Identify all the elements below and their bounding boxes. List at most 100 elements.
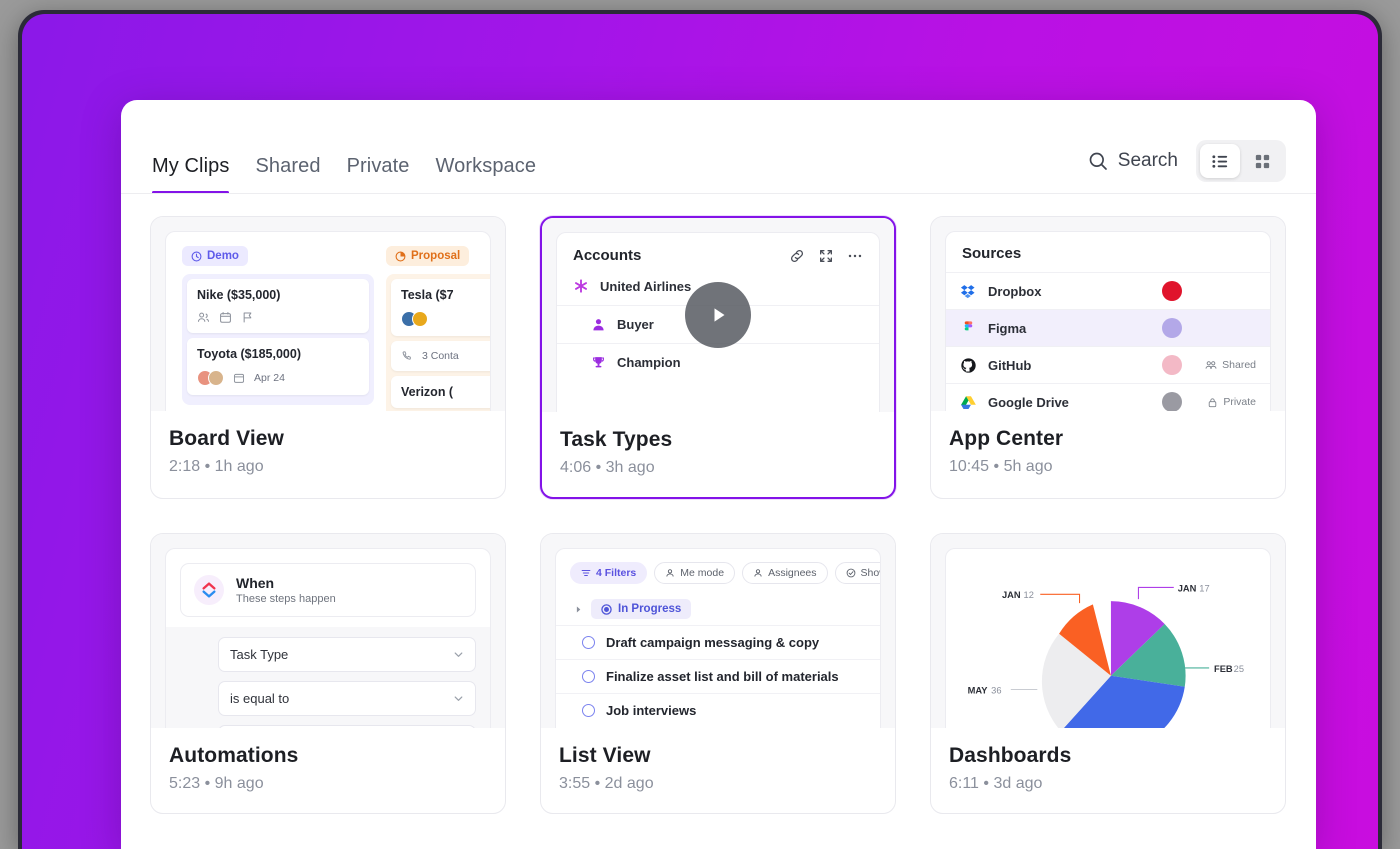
clip-subtitle: 3:55 • 2d ago [559, 775, 877, 793]
callout-label: JAN [1002, 590, 1021, 600]
view-grid-button[interactable] [1242, 144, 1282, 178]
automation-icon [194, 575, 224, 605]
clip-thumbnail: Accounts United Airlines Buyer Champion [542, 218, 894, 412]
pie-chart-svg: JAN 17 JAN 12 FEB 25 MAY 36 [968, 583, 1244, 728]
avatar [1162, 281, 1182, 301]
filter-chip-assignees[interactable]: Assignees [742, 562, 828, 584]
board-column-proposal: Proposal Tesla ($7 3 Conta Verizon ( [386, 246, 490, 411]
clip-separator: • [983, 775, 990, 792]
callout-value: 25 [1234, 664, 1244, 674]
list-task-row[interactable]: Draft campaign messaging & copy [556, 625, 880, 659]
board-card-toyota[interactable]: Toyota ($185,000) Apr 24 [187, 337, 369, 395]
expand-icon [820, 249, 832, 262]
avatar-group [197, 369, 224, 386]
flag-icon [243, 312, 252, 322]
select-value: Task Type [230, 647, 289, 662]
clip-duration: 10:45 [949, 458, 990, 475]
asterisk-icon [574, 279, 587, 293]
clip-title: List View [559, 744, 651, 767]
account-row-label: United Airlines [600, 278, 692, 294]
automation-select-field[interactable]: Task Type [218, 637, 476, 672]
board-card-avatars [401, 310, 490, 327]
calendar-icon [220, 311, 231, 323]
github-icon [961, 357, 976, 373]
tab-shared[interactable]: Shared [255, 155, 320, 194]
avatar [1162, 318, 1182, 338]
pie-chart: JAN 17 JAN 12 FEB 25 MAY 36 [946, 549, 1270, 728]
caret-right-icon[interactable] [574, 605, 583, 614]
task-label: Job interviews [606, 703, 697, 718]
dashboards-preview: JAN 17 JAN 12 FEB 25 MAY 36 [945, 548, 1271, 728]
search-label: Search [1117, 150, 1178, 171]
account-row-champion[interactable]: Champion [557, 343, 879, 381]
app-header: My Clips Shared Private Workspace Search [121, 100, 1316, 194]
clip-card-task-types[interactable]: Accounts United Airlines Buyer Champion … [540, 216, 896, 499]
status-pill-in-progress[interactable]: In Progress [591, 599, 692, 619]
app-center-preview: Sources Dropbox Figma GitHub Shared Goog… [945, 231, 1271, 411]
play-button[interactable] [685, 282, 751, 348]
source-row-google-drive[interactable]: Google Drive Private [946, 383, 1270, 411]
tab-label: Workspace [435, 155, 537, 177]
account-row-label: Buyer [617, 317, 654, 332]
clip-card-app-center[interactable]: Sources Dropbox Figma GitHub Shared Goog… [930, 216, 1286, 499]
list-task-row[interactable]: Finalize asset list and bill of material… [556, 659, 880, 693]
clip-age: 9h ago [214, 775, 264, 792]
column-body-demo: Nike ($35,000) Toyota ($185,000) Apr 24 [182, 273, 374, 405]
more-icon [848, 254, 862, 257]
clip-meta: App Center 10:45 • 5h ago [931, 411, 1285, 496]
callout-value: 17 [1199, 583, 1209, 593]
clip-subtitle: 5:23 • 9h ago [169, 775, 487, 793]
board-card-contacts[interactable]: 3 Conta [391, 340, 490, 371]
clip-subtitle: 10:45 • 5h ago [949, 458, 1267, 476]
clip-meta: Dashboards 6:11 • 3d ago [931, 728, 1285, 813]
clip-age: 3h ago [605, 459, 655, 476]
clip-thumbnail: JAN 17 JAN 12 FEB 25 MAY 36 [931, 534, 1285, 728]
source-name: Figma [988, 320, 1027, 336]
filter-chip-me-mode[interactable]: Me mode [654, 562, 736, 584]
task-status-circle-icon[interactable] [582, 704, 595, 717]
source-row-github[interactable]: GitHub Shared [946, 346, 1270, 383]
clip-duration: 2:18 [169, 458, 201, 475]
clip-card-dashboards[interactable]: JAN 17 JAN 12 FEB 25 MAY 36 Dashboards 6… [930, 533, 1286, 814]
tab-private[interactable]: Private [347, 155, 410, 194]
search-button[interactable]: Search [1088, 150, 1178, 172]
automation-select-value[interactable]: Deal [218, 725, 476, 728]
accounts-actions [789, 248, 863, 264]
pie-callout-feb-25: FEB 25 [1214, 664, 1244, 674]
automation-when-block[interactable]: When These steps happen [180, 563, 476, 617]
task-status-circle-icon[interactable] [582, 670, 595, 683]
list-view-status-group: In Progress [556, 584, 880, 625]
task-status-circle-icon[interactable] [582, 636, 595, 649]
clip-duration: 3:55 [559, 775, 591, 792]
view-list-button[interactable] [1200, 144, 1240, 178]
avatar [1162, 392, 1182, 411]
filter-chip-show-closed[interactable]: Show closed [834, 562, 880, 584]
clip-card-automations[interactable]: When These steps happen Task Type is equ… [150, 533, 506, 814]
board-card-tesla[interactable]: Tesla ($7 [391, 278, 490, 336]
list-view-filters: 4 Filters Me mode Assignees Sho [556, 549, 880, 584]
pie-slices [1041, 601, 1186, 728]
source-row-figma[interactable]: Figma [946, 309, 1270, 346]
badge-label: Private [1223, 396, 1256, 408]
tab-workspace[interactable]: Workspace [436, 155, 537, 194]
lock-icon [1209, 397, 1217, 407]
clip-meta: Task Types 4:06 • 3h ago [542, 412, 894, 497]
tab-my-clips[interactable]: My Clips [152, 155, 230, 194]
callout-label: JAN [1178, 583, 1197, 593]
link-icon [790, 249, 804, 262]
source-row-dropbox[interactable]: Dropbox [946, 272, 1270, 309]
filter-chip-filters[interactable]: 4 Filters [570, 562, 648, 584]
automation-select-operator[interactable]: is equal to [218, 681, 476, 716]
header-divider [121, 193, 1316, 194]
accounts-title: Accounts [573, 247, 642, 264]
clip-age: 1h ago [214, 458, 264, 475]
list-task-row[interactable]: Job interviews [556, 693, 880, 727]
board-card-nike[interactable]: Nike ($35,000) [187, 278, 369, 333]
clip-card-list-view[interactable]: 4 Filters Me mode Assignees Sho In Progr… [540, 533, 896, 814]
pie-callout-jan-17: JAN 17 [1178, 583, 1210, 593]
clip-card-board-view[interactable]: Demo Nike ($35,000) Toyota ($185,000) Ap… [150, 216, 506, 499]
clip-title: Automations [169, 744, 299, 767]
board-card-verizon[interactable]: Verizon ( [391, 375, 490, 408]
chevron-down-icon [454, 652, 463, 657]
status-dot-icon [601, 603, 612, 615]
